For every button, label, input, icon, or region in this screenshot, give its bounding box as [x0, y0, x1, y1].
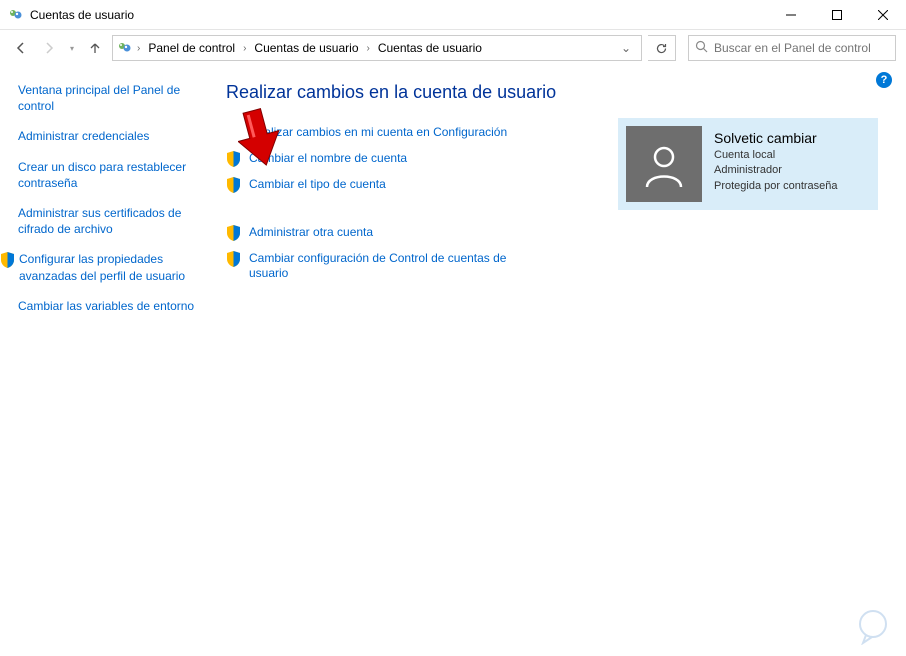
user-accounts-icon — [8, 7, 24, 23]
user-password-status: Protegida por contraseña — [714, 179, 838, 194]
main: Realizar cambios en la cuenta de usuario… — [210, 66, 906, 328]
chat-bubble-icon — [854, 607, 892, 648]
window-title: Cuentas de usuario — [30, 8, 134, 22]
action-link-label[interactable]: Administrar otra cuenta — [249, 225, 373, 241]
back-button[interactable] — [10, 37, 32, 59]
action-link-label[interactable]: Cambiar configuración de Control de cuen… — [249, 251, 509, 282]
sidebar-item-label[interactable]: Configurar las propiedades avanzadas del… — [19, 251, 204, 283]
recent-dropdown[interactable]: ▾ — [66, 44, 78, 53]
forward-button[interactable] — [38, 37, 60, 59]
content: ? Ventana principal del Panel de control… — [0, 66, 906, 328]
chevron-icon[interactable]: › — [135, 43, 142, 54]
avatar — [626, 126, 702, 202]
user-name: Solvetic cambiar — [714, 130, 838, 146]
breadcrumb-item[interactable]: Cuentas de usuario — [250, 41, 362, 55]
address-icon — [117, 40, 133, 56]
breadcrumb-item[interactable]: Cuentas de usuario — [374, 41, 486, 55]
navbar: ▾ › Panel de control › Cuentas de usuari… — [0, 30, 906, 66]
user-info: Solvetic cambiar Cuenta local Administra… — [714, 126, 838, 202]
action-link-label[interactable]: Realizar cambios en mi cuenta en Configu… — [249, 125, 507, 141]
sidebar-item-manage-credentials[interactable]: Administrar credenciales — [18, 128, 204, 144]
maximize-button[interactable] — [814, 0, 860, 30]
up-button[interactable] — [84, 37, 106, 59]
sidebar-item-environment-variables[interactable]: Cambiar las variables de entorno — [18, 298, 204, 314]
action-link-label[interactable]: Cambiar el nombre de cuenta — [249, 151, 407, 167]
address-dropdown-icon[interactable]: ⌄ — [615, 41, 637, 55]
search-input[interactable] — [714, 41, 889, 55]
action-manage-other-account[interactable]: Administrar otra cuenta — [226, 225, 888, 241]
user-account-type: Cuenta local — [714, 148, 838, 163]
sidebar: Ventana principal del Panel de control A… — [0, 66, 210, 328]
window-buttons — [768, 0, 906, 30]
shield-icon — [226, 251, 241, 267]
shield-icon — [226, 177, 241, 193]
titlebar: Cuentas de usuario — [0, 0, 906, 30]
page-header: Realizar cambios en la cuenta de usuario — [226, 82, 888, 103]
user-card: Solvetic cambiar Cuenta local Administra… — [618, 118, 878, 210]
search-box[interactable] — [688, 35, 896, 61]
user-role: Administrador — [714, 163, 838, 178]
breadcrumb-item[interactable]: Panel de control — [144, 41, 239, 55]
shield-icon — [226, 225, 241, 241]
action-link-label[interactable]: Cambiar el tipo de cuenta — [249, 177, 386, 193]
shield-icon — [0, 252, 15, 268]
sidebar-item-manage-certificates[interactable]: Administrar sus certificados de cifrado … — [18, 205, 204, 237]
close-button[interactable] — [860, 0, 906, 30]
search-icon — [695, 40, 708, 56]
shield-icon — [226, 151, 241, 167]
refresh-button[interactable] — [648, 35, 676, 61]
action-uac-settings[interactable]: Cambiar configuración de Control de cuen… — [226, 251, 888, 282]
address-bar[interactable]: › Panel de control › Cuentas de usuario … — [112, 35, 642, 61]
sidebar-item-advanced-profile[interactable]: Configurar las propiedades avanzadas del… — [18, 251, 204, 297]
chevron-icon[interactable]: › — [365, 43, 372, 54]
minimize-button[interactable] — [768, 0, 814, 30]
sidebar-item-control-panel-home[interactable]: Ventana principal del Panel de control — [18, 82, 204, 114]
sidebar-item-password-reset-disk[interactable]: Crear un disco para restablecer contrase… — [18, 159, 204, 191]
chevron-icon[interactable]: › — [241, 43, 248, 54]
titlebar-left: Cuentas de usuario — [8, 7, 134, 23]
